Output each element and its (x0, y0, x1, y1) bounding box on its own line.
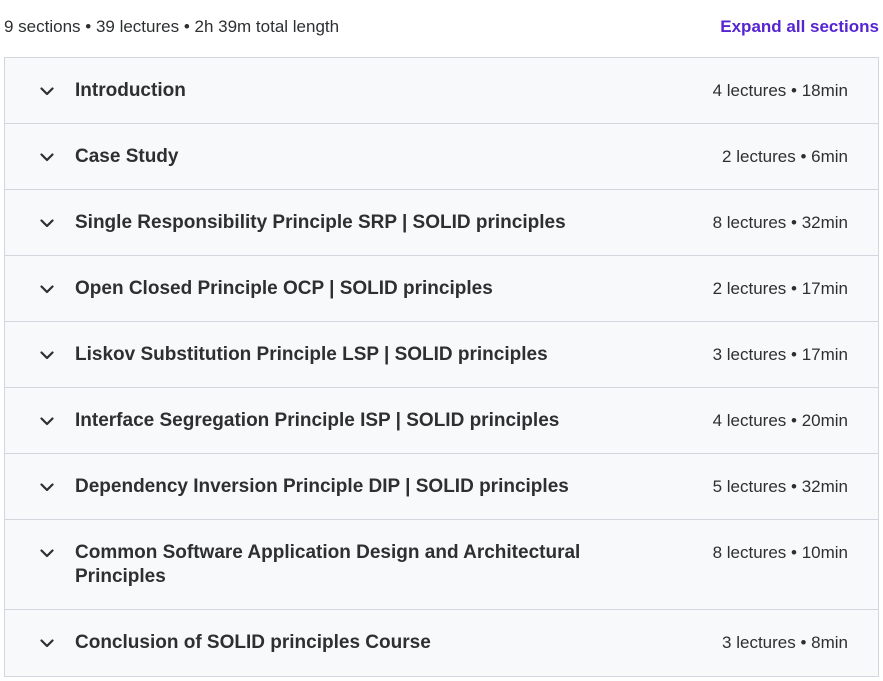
chevron-down-icon (39, 631, 55, 655)
curriculum-summary-bar: 9 sections • 39 lectures • 2h 39m total … (0, 0, 883, 58)
section-title: Introduction (75, 80, 186, 101)
chevron-down-icon (39, 211, 55, 235)
section-meta: 3 lectures • 8min (722, 633, 848, 652)
section-title: Conclusion of SOLID principles Course (75, 632, 431, 653)
curriculum-summary: 9 sections • 39 lectures • 2h 39m total … (4, 17, 340, 36)
section-meta: 2 lectures • 17min (712, 279, 848, 298)
chevron-down-icon (39, 277, 55, 301)
section-header-ocp[interactable]: Open Closed Principle OCP | SOLID princi… (5, 256, 878, 322)
section-title: Dependency Inversion Principle DIP | SOL… (75, 476, 569, 497)
section-meta: 5 lectures • 32min (712, 477, 848, 496)
curriculum-sections-list: Introduction 4 lectures • 18min Case Stu… (4, 57, 879, 677)
chevron-down-icon (39, 79, 55, 103)
section-title: Case Study (75, 146, 179, 167)
expand-all-sections-button[interactable]: Expand all sections (720, 17, 879, 37)
section-title: Single Responsibility Principle SRP | SO… (75, 212, 566, 233)
section-header-conclusion[interactable]: Conclusion of SOLID principles Course 3 … (5, 610, 878, 676)
section-title: Interface Segregation Principle ISP | SO… (75, 410, 560, 431)
section-title: Common Software Application Design and A… (75, 542, 581, 587)
chevron-down-icon (39, 343, 55, 367)
section-meta: 8 lectures • 32min (712, 213, 848, 232)
section-header-srp[interactable]: Single Responsibility Principle SRP | SO… (5, 190, 878, 256)
section-meta: 4 lectures • 18min (712, 81, 848, 100)
chevron-down-icon (39, 145, 55, 169)
section-header-isp[interactable]: Interface Segregation Principle ISP | SO… (5, 388, 878, 454)
section-title: Open Closed Principle OCP | SOLID princi… (75, 278, 493, 299)
section-meta: 4 lectures • 20min (712, 411, 848, 430)
section-header-case-study[interactable]: Case Study 2 lectures • 6min (5, 124, 878, 190)
section-header-design-principles[interactable]: Common Software Application Design and A… (5, 520, 878, 610)
chevron-down-icon (39, 475, 55, 499)
section-title: Liskov Substitution Principle LSP | SOLI… (75, 344, 548, 365)
section-meta: 3 lectures • 17min (712, 345, 848, 364)
section-header-introduction[interactable]: Introduction 4 lectures • 18min (5, 58, 878, 124)
section-meta: 2 lectures • 6min (722, 147, 848, 166)
section-header-dip[interactable]: Dependency Inversion Principle DIP | SOL… (5, 454, 878, 520)
section-header-lsp[interactable]: Liskov Substitution Principle LSP | SOLI… (5, 322, 878, 388)
section-meta: 8 lectures • 10min (712, 543, 848, 562)
chevron-down-icon (39, 541, 55, 565)
chevron-down-icon (39, 409, 55, 433)
